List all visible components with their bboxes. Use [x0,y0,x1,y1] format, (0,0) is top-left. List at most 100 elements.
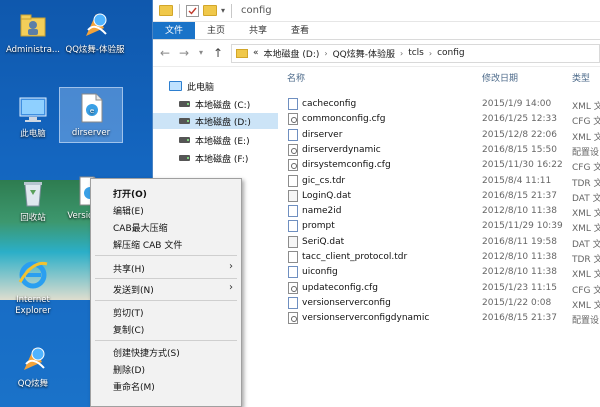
file-name: uiconfig [302,267,338,278]
file-type: XML 文 [572,132,600,143]
properties-quick-icon[interactable] [186,4,199,17]
tab-view[interactable]: 查看 [279,22,321,39]
file-date: 2016/1/25 12:33 [482,114,557,125]
nav-item-drive-c[interactable]: 本地磁盘 (C:) [179,96,250,112]
xml-file-icon [288,98,298,110]
file-row[interactable]: tacc_client_protocol.tdr 2012/8/10 11:38 T… [279,249,600,265]
column-header-type[interactable]: 类型 [572,71,590,84]
window-title: config [241,5,272,16]
menu-separator [95,300,237,301]
nav-item-drive-e[interactable]: 本地磁盘 (E:) [179,132,250,148]
file-name: cacheconfig [302,99,357,109]
file-row[interactable]: commonconfig.cfg 2016/1/25 12:33 CFG 文 [279,111,600,127]
desktop-icon-qq-dance[interactable]: QQ炫舞 [2,342,64,390]
desktop-icon-internet-explorer[interactable]: Internet Explorer [2,258,64,317]
file-type: DAT 文 [572,239,600,250]
file-row[interactable]: cacheconfig 2015/1/9 14:00 XML 文 [279,96,600,112]
desktop-icon-label: 回收站 [20,213,46,223]
menu-item-rename[interactable]: 重命名(M) [113,380,155,393]
tab-file[interactable]: 文件 [153,22,196,39]
desktop-icon-qq-dance-beta[interactable]: QQ炫舞-体验服 [64,8,126,56]
cfg-file-icon [288,113,298,126]
file-row[interactable]: dirserverdynamic 2016/8/15 15:50 配置设 [279,142,600,158]
recycle-bin-icon [16,176,50,210]
computer-icon [169,81,182,91]
cfg-file-icon [288,312,298,325]
menu-item-edit[interactable]: 编辑(E) [113,204,144,217]
file-row[interactable]: versionserverconfigdynamic 2016/8/15 21:3… [279,310,600,326]
desktop-icon-dirserver[interactable]: e dirserver [59,87,123,143]
desktop-icon-this-pc[interactable]: 此电脑 [2,92,64,140]
menu-separator [95,255,237,256]
xml-file-icon [288,296,298,309]
menu-item-cab-compress[interactable]: CAB最大压缩 [113,221,168,234]
file-row[interactable]: updateconfig.cfg 2015/1/23 11:15 CFG 文 [279,280,600,296]
menu-separator [95,340,237,341]
breadcrumb-separator-icon[interactable]: › [400,49,403,58]
recent-locations-icon[interactable]: ▾ [197,47,205,59]
file-type: TDR 文 [572,255,600,265]
new-folder-quick-icon[interactable] [203,5,217,16]
file-row[interactable]: dirsystemconfig.cfg 2015/11/30 16:22 CFG 文 [279,157,600,173]
svg-text:e: e [90,107,94,115]
column-header-name[interactable]: 名称 [287,71,305,84]
breadcrumb-separator-icon[interactable]: › [429,49,432,58]
tab-share[interactable]: 共享 [237,22,279,39]
file-row[interactable]: SeriQ.dat 2016/8/11 19:58 DAT 文 [279,234,600,250]
file-type: XML 文 [572,102,600,112]
breadcrumb-drive-d[interactable]: 本地磁盘 (D:) [264,47,320,60]
file-name: LoginQ.dat [302,190,351,201]
file-name: versionserverconfigdynamic [302,313,430,324]
file-row[interactable]: dirserver 2015/12/8 22:06 XML 文 [279,127,600,143]
context-menu: 打开(O) 编辑(E) CAB最大压缩 解压缩 CAB 文件 共享(H) › 发… [90,178,242,407]
dat-file-icon [288,235,298,248]
nav-item-drive-f[interactable]: 本地磁盘 (F:) [179,150,248,166]
file-date: 2012/8/10 11:38 [482,252,557,262]
file-row[interactable]: LoginQ.dat 2016/8/15 21:37 DAT 文 [279,188,600,204]
address-overflow[interactable]: « [253,48,259,58]
file-row[interactable]: versionserverconfig 2015/1/22 0:08 XML 文 [279,295,600,311]
file-row[interactable]: uiconfig 2012/8/10 11:38 XML 文 [279,264,600,280]
file-type: XML 文 [572,300,600,311]
file-date: 2012/8/10 11:38 [482,206,557,217]
quick-access-dropdown-icon[interactable]: ▾ [221,6,225,15]
file-row[interactable]: prompt 2015/11/29 10:39 XML 文 [279,218,600,234]
file-type: XML 文 [572,224,600,235]
forward-arrow-icon[interactable]: → [178,47,190,59]
menu-item-cab-extract[interactable]: 解压缩 CAB 文件 [113,238,182,251]
menu-item-open[interactable]: 打开(O) [113,187,147,200]
menu-item-cut[interactable]: 剪切(T) [113,306,144,319]
nav-item-this-pc[interactable]: 此电脑 [169,78,214,94]
file-name: versionserverconfig [302,297,391,308]
file-date: 2015/8/4 11:11 [482,175,552,186]
breadcrumb-separator-icon[interactable]: › [324,49,327,58]
up-arrow-icon[interactable]: ↑ [212,47,224,59]
file-row[interactable]: name2id 2012/8/10 11:38 XML 文 [279,203,600,219]
qq-dance-icon [16,342,50,376]
breadcrumb-qq-dance[interactable]: QQ炫舞-体验服 [333,47,395,60]
nav-item-drive-d[interactable]: 本地磁盘 (D:) [153,113,278,129]
nav-item-label: 本地磁盘 (F:) [195,154,249,165]
desktop-icon-recycle-bin[interactable]: 回收站 [2,176,64,224]
file-row[interactable]: gic_cs.tdr 2015/8/4 11:11 TDR 文 [279,173,600,189]
file-date: 2016/8/15 21:37 [482,190,557,201]
menu-item-send-to[interactable]: 发送到(N) [113,283,154,296]
ribbon-tabs: 文件 主页 共享 查看 [153,22,600,40]
file-type: 配置设 [572,147,600,158]
breadcrumb-tcls[interactable]: tcls [408,48,424,58]
column-header-date[interactable]: 修改日期 [482,71,518,84]
folder-icon [236,48,248,58]
tab-home[interactable]: 主页 [195,22,237,39]
address-bar[interactable]: « 本地磁盘 (D:) › QQ炫舞-体验服 › tcls › config [231,43,600,63]
file-name: name2id [302,206,342,217]
breadcrumb-config[interactable]: config [437,48,465,58]
nav-item-label: 本地磁盘 (E:) [195,136,250,147]
file-type: DAT 文 [572,193,600,204]
menu-item-copy[interactable]: 复制(C) [113,323,144,336]
desktop-icon-administrator[interactable]: Administra... [2,8,64,56]
menu-item-delete[interactable]: 删除(D) [113,363,145,376]
menu-item-share[interactable]: 共享(H) [113,262,145,275]
back-arrow-icon[interactable]: ← [159,47,171,59]
qq-dance-icon [78,8,112,42]
menu-item-create-shortcut[interactable]: 创建快捷方式(S) [113,346,180,359]
